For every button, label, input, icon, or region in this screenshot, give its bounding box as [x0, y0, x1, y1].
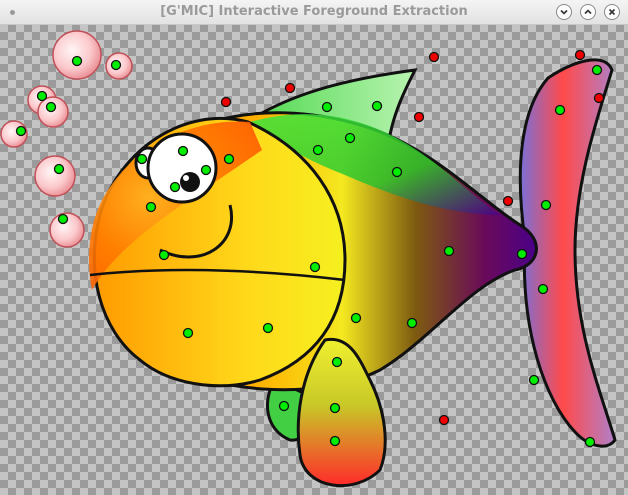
image-canvas[interactable] [0, 25, 628, 495]
foreground-marker[interactable] [223, 153, 235, 165]
fish-pupil [180, 172, 200, 192]
foreground-marker[interactable] [110, 59, 122, 71]
foreground-marker[interactable] [182, 327, 194, 339]
background-marker[interactable] [438, 414, 450, 426]
foreground-marker[interactable] [329, 402, 341, 414]
minimize-icon [560, 9, 568, 15]
background-marker[interactable] [502, 195, 514, 207]
window-title: [G'MIC] Interactive Foreground Extractio… [160, 4, 468, 19]
maximize-button[interactable] [580, 4, 596, 20]
foreground-marker[interactable] [537, 283, 549, 295]
minimize-button[interactable] [556, 4, 572, 20]
foreground-marker[interactable] [321, 101, 333, 113]
close-button[interactable] [604, 4, 620, 20]
foreground-marker[interactable] [443, 245, 455, 257]
foreground-marker[interactable] [584, 436, 596, 448]
foreground-marker[interactable] [177, 145, 189, 157]
foreground-marker[interactable] [57, 213, 69, 225]
bubble [52, 30, 102, 80]
fish-pupil-highlight [183, 175, 189, 181]
background-marker[interactable] [220, 96, 232, 108]
background-marker[interactable] [428, 51, 440, 63]
foreground-marker[interactable] [528, 374, 540, 386]
foreground-marker[interactable] [169, 181, 181, 193]
foreground-marker[interactable] [45, 101, 57, 113]
foreground-marker[interactable] [350, 312, 362, 324]
foreground-marker[interactable] [145, 201, 157, 213]
foreground-marker[interactable] [136, 153, 148, 165]
foreground-marker[interactable] [329, 435, 341, 447]
app-window: [G'MIC] Interactive Foreground Extractio… [0, 0, 628, 495]
foreground-marker[interactable] [36, 90, 48, 102]
foreground-marker[interactable] [391, 166, 403, 178]
foreground-marker[interactable] [406, 317, 418, 329]
foreground-marker[interactable] [331, 356, 343, 368]
foreground-marker[interactable] [278, 400, 290, 412]
foreground-marker[interactable] [200, 164, 212, 176]
maximize-icon [584, 9, 592, 15]
foreground-marker[interactable] [262, 322, 274, 334]
foreground-marker[interactable] [516, 248, 528, 260]
foreground-marker[interactable] [312, 144, 324, 156]
foreground-marker[interactable] [309, 261, 321, 273]
background-marker[interactable] [413, 111, 425, 123]
title-bar[interactable]: [G'MIC] Interactive Foreground Extractio… [0, 0, 628, 25]
background-marker[interactable] [574, 49, 586, 61]
foreground-marker[interactable] [71, 55, 83, 67]
foreground-marker[interactable] [591, 64, 603, 76]
close-icon [608, 8, 616, 16]
bubble [37, 96, 69, 128]
foreground-marker[interactable] [53, 163, 65, 175]
foreground-marker[interactable] [540, 199, 552, 211]
foreground-marker[interactable] [371, 100, 383, 112]
background-marker[interactable] [593, 92, 605, 104]
foreground-marker[interactable] [15, 125, 27, 137]
bubble [34, 155, 76, 197]
foreground-marker[interactable] [554, 104, 566, 116]
background-marker[interactable] [284, 82, 296, 94]
foreground-marker[interactable] [344, 132, 356, 144]
foreground-marker[interactable] [158, 249, 170, 261]
